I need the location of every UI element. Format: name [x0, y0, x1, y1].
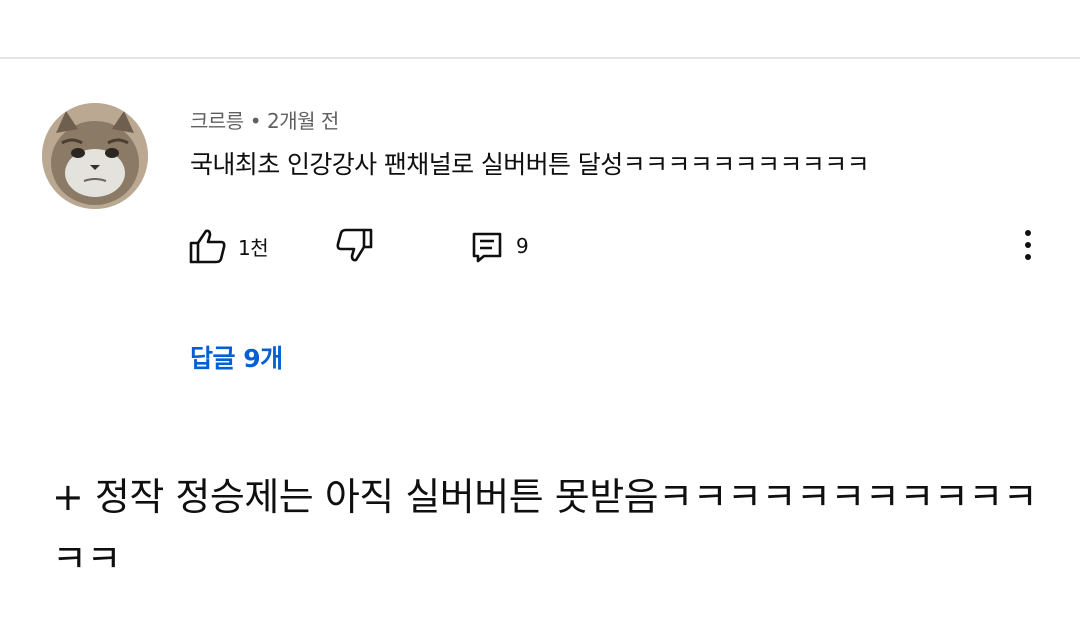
more-options-button[interactable]	[1018, 228, 1038, 264]
comment: 크르릉 • 2개월 전 국내최초 인강강사 팬채널로 실버버튼 달성ㅋㅋㅋㅋㅋㅋㅋㅋ…	[0, 59, 1080, 399]
comment-time[interactable]: 2개월 전	[267, 109, 339, 133]
dislike-button[interactable]	[334, 226, 374, 266]
like-button[interactable]: 1천	[188, 226, 269, 266]
like-count: 1천	[238, 235, 269, 260]
author-name[interactable]: 크르릉	[190, 109, 244, 133]
reply-button[interactable]: 9	[470, 226, 529, 266]
comment-meta: 크르릉 • 2개월 전	[190, 105, 339, 134]
comment-actions: 1천 9	[188, 226, 1048, 266]
reply-count: 9	[516, 234, 529, 258]
reply-comment-icon	[470, 226, 506, 266]
avatar[interactable]	[42, 103, 148, 209]
thumbs-down-icon	[334, 226, 374, 266]
more-vertical-icon	[1018, 228, 1038, 264]
comment-text: 국내최초 인강강사 팬채널로 실버버튼 달성ㅋㅋㅋㅋㅋㅋㅋㅋㅋㅋㅋ	[190, 150, 870, 179]
thumbs-up-icon	[188, 226, 228, 266]
caption-text: + 정작 정승제는 아직 실버버튼 못받음ㅋㅋㅋㅋㅋㅋㅋㅋㅋㅋㅋㅋㅋ	[52, 475, 1038, 581]
meta-separator: •	[249, 109, 262, 133]
view-replies-link[interactable]: 답글 9개	[190, 339, 283, 375]
